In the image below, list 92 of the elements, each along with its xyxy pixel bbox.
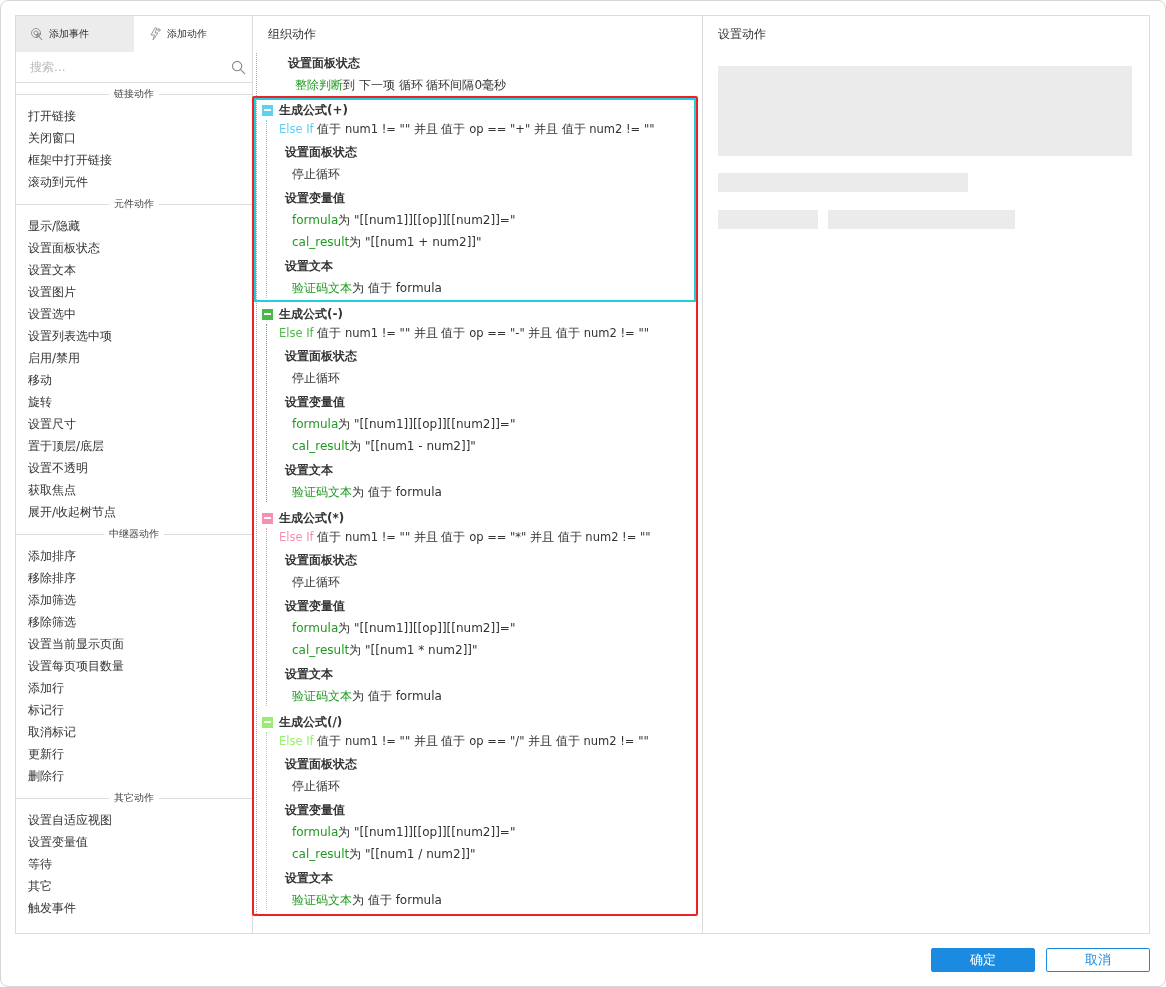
action-item[interactable]: 展开/收起树节点 — [16, 501, 252, 523]
action-item[interactable]: 设置当前显示页面 — [16, 633, 252, 655]
collapse-icon[interactable] — [262, 512, 273, 524]
action-heading: 设置面板状态 — [283, 348, 358, 365]
section-title: 中继器动作 — [108, 527, 160, 541]
action-item[interactable]: 添加筛选 — [16, 589, 252, 611]
case-block[interactable]: 生成公式(*) Else If 值于 num1 != "" 并且 值于 op == "*" 并且 值于 num2 != "" 设置面板状态 停止循环 设置变量值 formula为 "[[num1]][[op]][[num2]]=" cal_result为 "[[num1 * num2]]" 设置文本 验证码文本为 值于 formula — [254, 506, 696, 710]
action-item[interactable]: 设置变量值 — [16, 831, 252, 853]
action-heading: 设置变量值 — [283, 394, 346, 411]
action-heading: 设置变量值 — [283, 598, 346, 615]
action-item[interactable]: 设置列表选中项 — [16, 325, 252, 347]
action-heading: 设置文本 — [283, 462, 334, 479]
action-detail: formula为 "[[num1]][[op]][[num2]]=" — [291, 416, 517, 433]
search-icon — [231, 59, 246, 75]
action-item[interactable]: 添加排序 — [16, 545, 252, 567]
collapse-icon[interactable] — [262, 716, 273, 728]
case-block[interactable]: 生成公式(/) Else If 值于 num1 != "" 并且 值于 op == "/" 并且 值于 num2 != "" 设置面板状态 停止循环 设置变量值 formula为 "[[num1]][[op]][[num2]]=" cal_result为 "[[num1 / num2]]" 设置文本 验证码文本为 值于 formula — [254, 710, 696, 914]
action-detail: cal_result为 "[[num1 - num2]]" — [291, 438, 477, 455]
column-title: 组织动作 — [267, 26, 317, 43]
action-detail: cal_result为 "[[num1 * num2]]" — [291, 642, 479, 659]
case-block[interactable]: 生成公式(+) Else If 值于 num1 != "" 并且 值于 op == "+" 并且 值于 num2 != "" 设置面板状态 停止循环 设置变量值 formula为 "[[num1]][[op]][[num2]]=" cal_result为 "[[num1 + num2]]" 设置文本 验证码文本为 值于 formula — [254, 98, 696, 302]
action-item[interactable]: 设置每页项目数量 — [16, 655, 252, 677]
action-item[interactable]: 设置选中 — [16, 303, 252, 325]
action-detail: 验证码文本为 值于 formula — [291, 688, 443, 705]
action-detail: 验证码文本为 值于 formula — [291, 892, 443, 909]
action-item[interactable]: 触发事件 — [16, 897, 252, 919]
action-item[interactable]: 更新行 — [16, 743, 252, 765]
action-item[interactable]: 其它 — [16, 875, 252, 897]
action-detail: cal_result为 "[[num1 / num2]]" — [291, 846, 477, 863]
action-detail: formula为 "[[num1]][[op]][[num2]]=" — [291, 620, 517, 637]
column-title: 设置动作 — [717, 26, 767, 43]
action-item[interactable]: 设置文本 — [16, 259, 252, 281]
action-heading: 设置面板状态 — [286, 55, 361, 72]
action-heading: 设置文本 — [283, 258, 334, 275]
action-detail: formula为 "[[num1]][[op]][[num2]]=" — [291, 212, 517, 229]
action-detail: 验证码文本为 值于 formula — [291, 280, 443, 297]
action-item[interactable]: 标记行 — [16, 699, 252, 721]
case-condition: Else If 值于 num1 != "" 并且 值于 op == "-" 并且 值于 num2 != "" — [278, 325, 650, 342]
action-detail: 验证码文本为 值于 formula — [291, 484, 443, 501]
action-heading: 设置文本 — [283, 666, 334, 683]
action-item[interactable]: 关闭窗口 — [16, 127, 252, 149]
dialog-button[interactable]: 确定 — [931, 948, 1035, 972]
section-title: 链接动作 — [113, 87, 155, 101]
case-block[interactable]: 生成公式(-) Else If 值于 num1 != "" 并且 值于 op == "-" 并且 值于 num2 != "" 设置面板状态 停止循环 设置变量值 formula为 "[[num1]][[op]][[num2]]=" cal_result为 "[[num1 - num2]]" 设置文本 验证码文本为 值于 formula — [254, 302, 696, 506]
tab[interactable]: 添加事件 — [16, 16, 134, 52]
action-item[interactable]: 设置面板状态 — [16, 237, 252, 259]
action-item[interactable]: 启用/禁用 — [16, 347, 252, 369]
action-item[interactable]: 显示/隐藏 — [16, 215, 252, 237]
action-item[interactable]: 取消标记 — [16, 721, 252, 743]
cursor-click-icon — [30, 27, 44, 41]
action-item[interactable]: 删除行 — [16, 765, 252, 787]
case-name: 生成公式(/) — [279, 713, 343, 731]
action-item[interactable]: 旋转 — [16, 391, 252, 413]
action-detail: 停止循环 — [291, 370, 341, 387]
lightning-icon — [148, 27, 162, 41]
action-detail: 整除判断到 下一项 循环 循环间隔0毫秒 — [294, 77, 508, 94]
action-item[interactable]: 移动 — [16, 369, 252, 391]
action-item[interactable]: 设置尺寸 — [16, 413, 252, 435]
action-detail: formula为 "[[num1]][[op]][[num2]]=" — [291, 824, 517, 841]
action-item[interactable]: 置于顶层/底层 — [16, 435, 252, 457]
action-item[interactable]: 添加行 — [16, 677, 252, 699]
action-item[interactable]: 移除排序 — [16, 567, 252, 589]
section-title: 元件动作 — [113, 197, 155, 211]
action-detail: 停止循环 — [291, 166, 341, 183]
action-item[interactable]: 打开链接 — [16, 105, 252, 127]
action-heading: 设置面板状态 — [283, 552, 358, 569]
action-item[interactable]: 设置不透明 — [16, 457, 252, 479]
action-heading: 设置文本 — [283, 870, 334, 887]
action-item[interactable]: 获取焦点 — [16, 479, 252, 501]
action-heading: 设置面板状态 — [283, 144, 358, 161]
action-item[interactable]: 滚动到元件 — [16, 171, 252, 193]
case-name: 生成公式(-) — [279, 305, 343, 323]
collapse-icon[interactable] — [262, 308, 273, 320]
action-heading: 设置变量值 — [283, 190, 346, 207]
action-heading: 设置面板状态 — [283, 756, 358, 773]
action-item[interactable]: 移除筛选 — [16, 611, 252, 633]
action-item[interactable]: 设置自适应视图 — [16, 809, 252, 831]
action-detail: 停止循环 — [291, 778, 341, 795]
action-item[interactable]: 等待 — [16, 853, 252, 875]
case-name: 生成公式(+) — [279, 101, 349, 119]
case-condition: Else If 值于 num1 != "" 并且 值于 op == "/" 并且 值于 num2 != "" — [278, 733, 650, 750]
case-condition: Else If 值于 num1 != "" 并且 值于 op == "+" 并且 值于 num2 != "" — [278, 121, 656, 138]
section-title: 其它动作 — [113, 791, 155, 805]
action-heading: 设置变量值 — [283, 802, 346, 819]
action-detail: 停止循环 — [291, 574, 341, 591]
case-name: 生成公式(*) — [279, 509, 345, 527]
action-item[interactable]: 设置图片 — [16, 281, 252, 303]
case-condition: Else If 值于 num1 != "" 并且 值于 op == "*" 并且 值于 num2 != "" — [278, 529, 652, 546]
action-detail: cal_result为 "[[num1 + num2]]" — [291, 234, 483, 251]
collapse-icon[interactable] — [262, 104, 273, 116]
action-item[interactable]: 框架中打开链接 — [16, 149, 252, 171]
dialog-button[interactable]: 取消 — [1046, 948, 1150, 972]
